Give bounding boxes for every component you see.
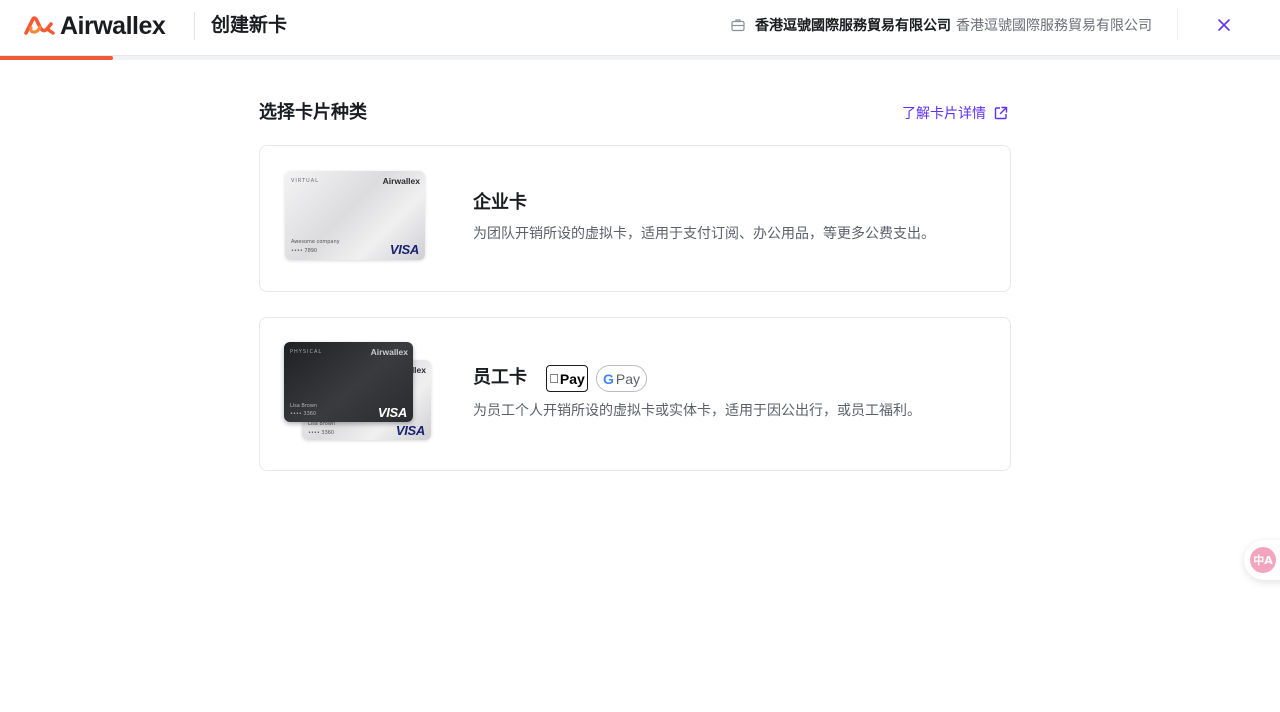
- learn-card-details-link[interactable]: 了解卡片详情: [902, 103, 1008, 123]
- company-subname: 香港逗號國際服務貿易有限公司: [956, 18, 1152, 34]
- section-title: 选择卡片种类: [259, 102, 367, 123]
- airwallex-logo-mark-icon: [24, 16, 55, 35]
- employee-card-option[interactable]: Airwallex Lisa Brown •••• 3360 VISA PHYS…: [259, 317, 1011, 471]
- progress-bar-fill: [0, 56, 113, 60]
- physical-card-front-image: PHYSICAL Airwallex Lisa Brown •••• 3360 …: [284, 342, 413, 422]
- company-name: 香港逗號國際服務貿易有限公司: [755, 18, 951, 34]
- briefcase-icon: [731, 19, 745, 32]
- translate-button[interactable]: 中A: [1244, 540, 1280, 580]
- learn-card-details-label: 了解卡片详情: [902, 106, 986, 122]
- card-type-label: PHYSICAL: [290, 349, 323, 355]
- google-g-icon: G: [602, 370, 614, 387]
- apple-pay-label: Pay: [555, 370, 585, 387]
- card-holder-label: Lisa Brown: [290, 403, 318, 409]
- google-pay-badge: G Pay: [596, 365, 647, 392]
- external-link-icon: [994, 106, 1008, 120]
- apple-pay-badge:  Pay: [546, 365, 588, 392]
- company-card-title: 企业卡: [473, 192, 527, 213]
- card-type-label: VIRTUAL: [291, 178, 319, 184]
- top-header: Airwallex 创建新卡 香港逗號國際服務貿易有限公司 香港逗號國際服務貿易…: [0, 0, 1280, 56]
- wallet-badges:  Pay G Pay: [546, 365, 647, 392]
- visa-logo: VISA: [395, 423, 425, 438]
- close-button[interactable]: [1212, 13, 1236, 37]
- card-holder-label: Awesome company: [291, 239, 340, 245]
- airwallex-logo[interactable]: Airwallex: [24, 12, 166, 40]
- company-card-option[interactable]: VIRTUAL Airwallex Awesome company •••• 7…: [259, 145, 1011, 292]
- card-number-label: •••• 3360: [308, 430, 335, 436]
- close-icon: [1218, 19, 1230, 31]
- card-number-label: •••• 3360: [290, 411, 317, 417]
- header-divider-right: [1177, 8, 1178, 40]
- visa-logo: VISA: [377, 405, 407, 420]
- google-pay-label: Pay: [615, 370, 640, 387]
- company-card-description: 为团队开销所设的虚拟卡，适用于支付订阅、办公用品，等更多公费支出。: [473, 226, 935, 242]
- translate-icon: 中A: [1250, 547, 1276, 573]
- card-number-label: •••• 7890: [291, 248, 318, 254]
- brand-name: Airwallex: [60, 12, 166, 40]
- card-brand-label: Airwallex: [370, 347, 408, 357]
- apple-icon: : [549, 371, 559, 386]
- visa-logo: VISA: [389, 242, 419, 257]
- virtual-card-image: VIRTUAL Airwallex Awesome company •••• 7…: [285, 171, 425, 260]
- page-title: 创建新卡: [211, 14, 288, 36]
- header-divider: [194, 12, 195, 40]
- card-brand-label: Airwallex: [382, 176, 420, 186]
- progress-bar: [0, 56, 1280, 60]
- company-switcher[interactable]: 香港逗號國際服務貿易有限公司 香港逗號國際服務貿易有限公司: [731, 14, 1152, 36]
- employee-card-title: 员工卡: [473, 367, 527, 388]
- employee-card-description: 为员工个人开销所设的虚拟卡或实体卡，适用于因公出行，或员工福利。: [473, 403, 921, 419]
